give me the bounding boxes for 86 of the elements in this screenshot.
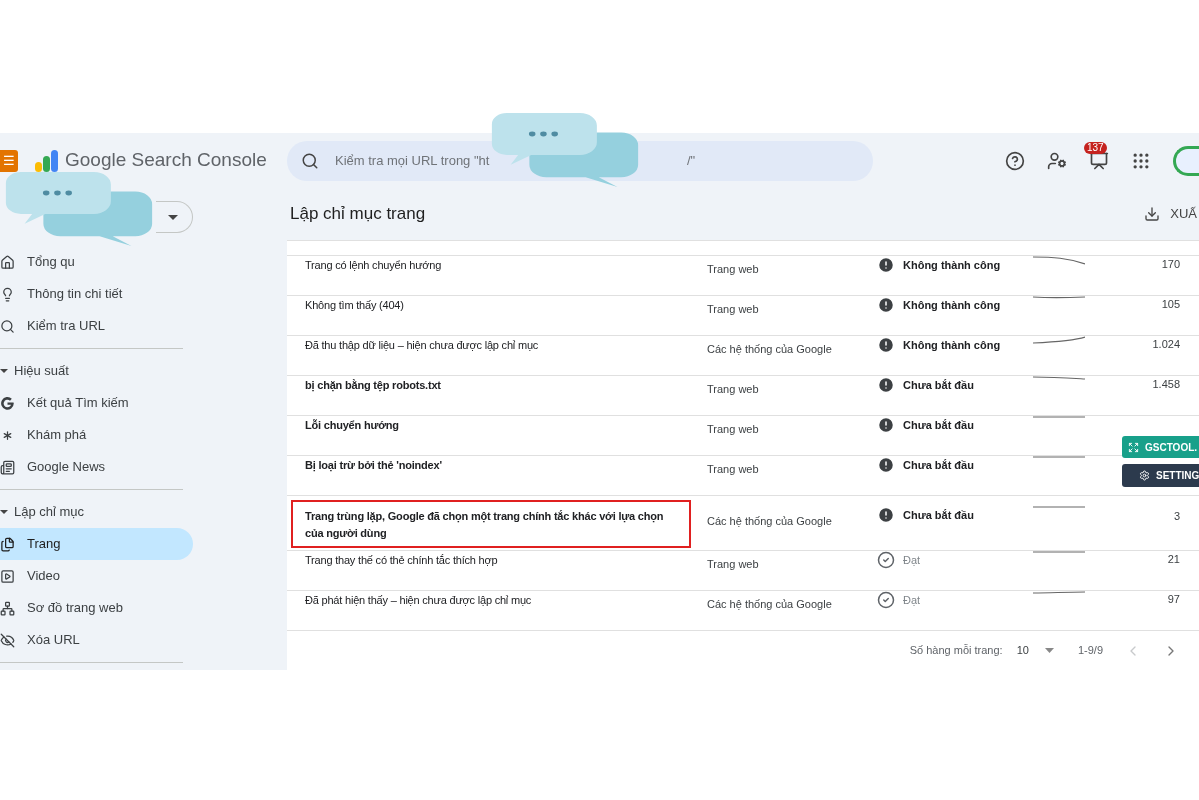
- sidebar-item[interactable]: Google News: [0, 451, 193, 483]
- caret-icon: [0, 367, 8, 375]
- sparkline: [1033, 336, 1085, 344]
- table-cell: Trang có lệnh chuyển hướng: [305, 259, 442, 271]
- user-settings-icon[interactable]: [1047, 150, 1067, 171]
- sparkline: [1033, 296, 1085, 299]
- table-cell: Trang trùng lặp, Google đã chọn một trang chính tắc khác với lựa chọn của người dùng: [305, 510, 664, 539]
- table-cell: Bị loại trừ bởi thẻ 'noindex': [305, 459, 442, 471]
- page-title: Lập chỉ mục trang: [289, 203, 426, 226]
- settings-button[interactable]: SETTING: [1122, 464, 1199, 487]
- notification-badge: 137: [1084, 141, 1107, 154]
- table-cell: Các hệ thống của Google: [707, 343, 832, 355]
- sparkline: [1033, 256, 1085, 265]
- home-icon: [0, 254, 15, 270]
- sidebar-item[interactable]: Xóa URL: [0, 624, 193, 656]
- status-text: Không thành công: [903, 337, 1001, 353]
- table-cell: Trang web: [707, 463, 759, 475]
- search-text-fragment: /": [687, 151, 696, 170]
- table-cell: Trang web: [707, 303, 759, 315]
- export-button[interactable]: XUẤ: [1144, 204, 1199, 224]
- search-icon: [301, 151, 319, 170]
- table-cell: Không tìm thấy (404): [305, 299, 404, 311]
- sidebar-item[interactable]: Tổng qu: [0, 246, 193, 278]
- sparkline: [1033, 551, 1085, 553]
- table-cell: Đã phát hiện thấy – hiện chưa được lập chỉ mục: [305, 594, 532, 606]
- app-logo-text: Google Search Console: [65, 148, 267, 173]
- table-cell-text: 1.024: [1152, 337, 1180, 352]
- rows-per-page-select[interactable]: 10: [1016, 642, 1054, 659]
- sidebar-item[interactable]: Khám phá: [0, 419, 193, 451]
- logo-icon: [35, 149, 59, 172]
- status-text: Không thành công: [903, 297, 1001, 313]
- sparkline: [1033, 506, 1085, 508]
- sparkline: [1033, 416, 1085, 418]
- avatar[interactable]: [1173, 145, 1199, 176]
- table-cell-text: 170: [1161, 257, 1180, 272]
- sidebar-item[interactable]: Kiểm tra URL: [0, 310, 193, 342]
- caret-icon: [168, 214, 178, 220]
- section-header[interactable]: Hiệu suất: [0, 355, 287, 387]
- table-cell: bị chặn bằng tệp robots.txt: [305, 379, 441, 391]
- sidebar-item[interactable]: Kết quả Tìm kiếm: [0, 387, 193, 419]
- status-text: Chưa bắt đầu: [903, 417, 974, 433]
- search-icon: [0, 318, 15, 334]
- table-cell: Trang web: [707, 263, 759, 275]
- pages-icon: [0, 536, 15, 552]
- caret-icon: [0, 508, 8, 516]
- sidebar-item[interactable]: Sơ đồ trang web: [0, 592, 193, 624]
- table-cell: Trang web: [707, 558, 759, 570]
- table-cell: Lỗi chuyển hướng: [305, 419, 399, 431]
- lightbulb-icon: [0, 286, 15, 302]
- expand-icon: [1128, 441, 1139, 453]
- sidebar-item[interactable]: Trang: [0, 528, 193, 560]
- help-icon[interactable]: [1005, 150, 1025, 171]
- download-icon: [1144, 206, 1161, 222]
- caret-icon: [1044, 648, 1054, 653]
- sidebar-item[interactable]: Video: [0, 560, 193, 592]
- table-cell: Trang web: [707, 383, 759, 395]
- table-cell: Trang thay thế có thẻ chính tắc thích hợp: [305, 554, 498, 566]
- newspaper-icon: [0, 459, 15, 475]
- page-range: 1-9/9: [1077, 643, 1103, 659]
- section-header[interactable]: Lập chỉ mục: [0, 496, 287, 528]
- google-g-icon: [0, 395, 15, 411]
- sparkline: [1033, 456, 1085, 458]
- settings-icon: [1139, 470, 1150, 481]
- status-text: Không thành công: [903, 257, 1001, 273]
- sidebar-item[interactable]: Thông tin chi tiết: [0, 278, 193, 310]
- sparkline: [1033, 591, 1085, 594]
- table-cell: Đã thu thập dữ liệu – hiện chưa được lập chỉ mục: [305, 339, 539, 351]
- table-cell-text: 105: [1161, 297, 1180, 312]
- status-text: Đạt: [903, 592, 921, 608]
- video-icon: [0, 568, 15, 584]
- status-text: Đạt: [903, 552, 921, 568]
- table-cell: Các hệ thống của Google: [707, 515, 832, 527]
- eye-off-icon: [0, 632, 15, 648]
- sitemap-icon: [0, 600, 15, 616]
- sparkline: [1033, 376, 1085, 380]
- status-text: Chưa bắt đầu: [903, 457, 974, 473]
- status-text: Chưa bắt đầu: [903, 507, 974, 523]
- status-text: Chưa bắt đầu: [903, 377, 974, 393]
- table-cell: Các hệ thống của Google: [707, 598, 832, 610]
- search-field[interactable]: Kiểm tra mọi URL trong "ht: [335, 150, 505, 171]
- table-cell-text: 21: [1167, 552, 1180, 567]
- table-cell-text: 3: [1173, 509, 1180, 524]
- table-cell: Trang web: [707, 423, 759, 435]
- rows-per-page-label: Số hàng mỗi trang:: [909, 643, 1003, 659]
- table-cell-text: 97: [1167, 592, 1180, 607]
- table-cell-text: 1.458: [1152, 377, 1180, 392]
